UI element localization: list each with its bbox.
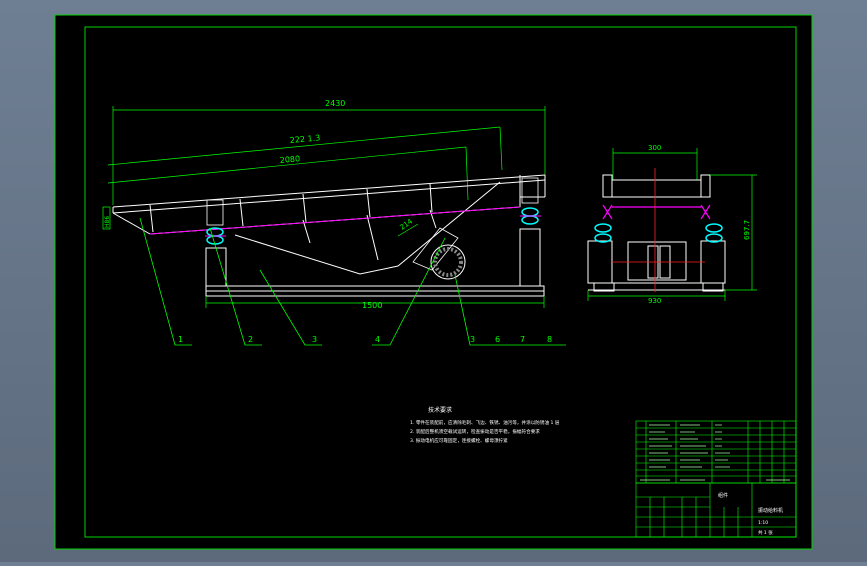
- dim-overall-label: 2430: [325, 99, 345, 108]
- drawing-sheet: [54, 14, 813, 550]
- dim-end-height-label: 697.7: [743, 220, 751, 240]
- dim-span-label: 1500: [362, 301, 382, 310]
- dim-end-bottom-label: 930: [648, 297, 661, 305]
- scale-label: 1:10: [758, 520, 768, 526]
- note-1: 1. 零件在装配前，应清除毛刺、飞边、铁锈、油污等，并涂以防锈油 1 层: [410, 419, 560, 426]
- callout-6: 6: [495, 335, 500, 344]
- callout-1: 1: [178, 335, 183, 344]
- notes-heading: 技术要求: [428, 406, 452, 414]
- drawing-canvas: 2430 222 1.3 2080 214 H86 1500 1 2 3 4 3…: [54, 14, 813, 550]
- material-label: 组件: [718, 492, 728, 499]
- callout-4: 4: [375, 335, 380, 344]
- dim-end-top-label: 300: [648, 144, 661, 152]
- note-3: 3. 振动电机应可靠固定，连接螺栓、螺母须拧紧: [410, 437, 508, 444]
- cad-viewport[interactable]: 2430 222 1.3 2080 214 H86 1500 1 2 3 4 3…: [0, 0, 867, 562]
- note-2: 2. 装配后整机须空载试运转，检查振动是否平稳，振幅符合要求: [410, 428, 540, 435]
- dim-height-label: H86: [104, 216, 111, 228]
- callout-5: 3: [470, 335, 475, 344]
- callout-8: 8: [547, 335, 552, 344]
- dim-inner-label: 2080: [279, 154, 300, 165]
- callout-3: 3: [312, 335, 317, 344]
- drawing-title: 振动给料机: [758, 507, 783, 514]
- callout-2: 2: [248, 335, 253, 344]
- sheet-label: 共 1 张: [758, 529, 773, 536]
- callout-7: 7: [520, 335, 525, 344]
